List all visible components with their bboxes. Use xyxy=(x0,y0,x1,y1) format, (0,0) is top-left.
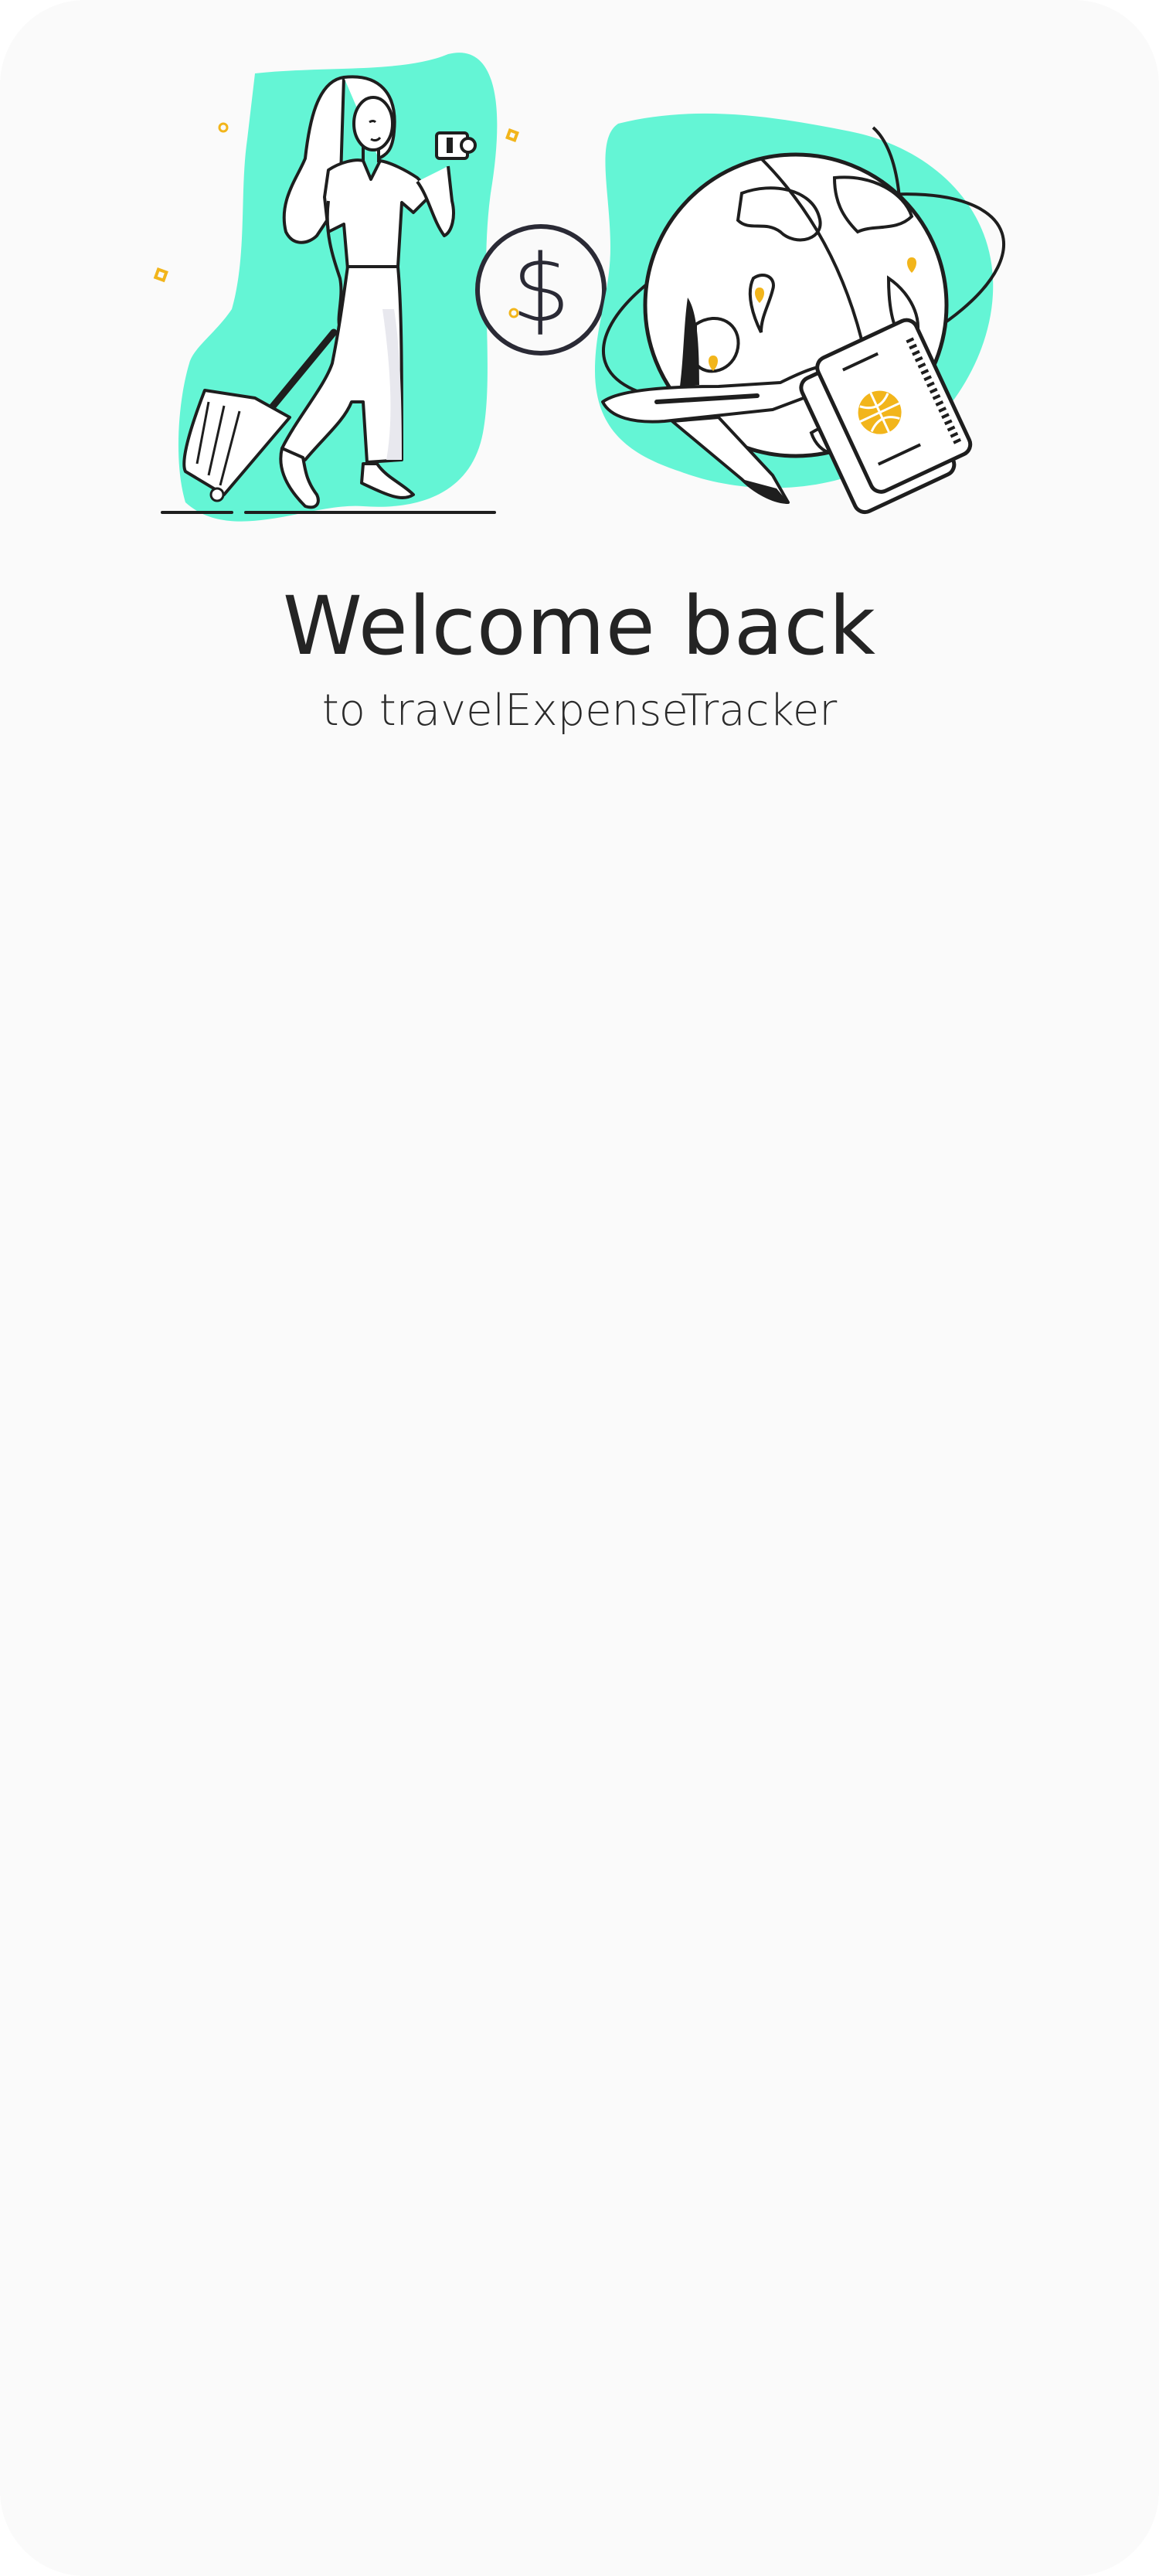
traveler-with-suitcase-illustration xyxy=(153,53,519,522)
svg-text:$: $ xyxy=(512,236,570,343)
globe-airplane-passport-illustration xyxy=(595,113,1006,515)
hero-illustration: $ xyxy=(153,53,1006,522)
dollar-icon: $ xyxy=(475,224,607,356)
welcome-title: Welcome back xyxy=(283,579,876,673)
welcome-screen: $ Welcome back to travelExpenseTracker xyxy=(0,0,1159,2576)
welcome-subtitle: to travelExpenseTracker xyxy=(321,686,838,736)
